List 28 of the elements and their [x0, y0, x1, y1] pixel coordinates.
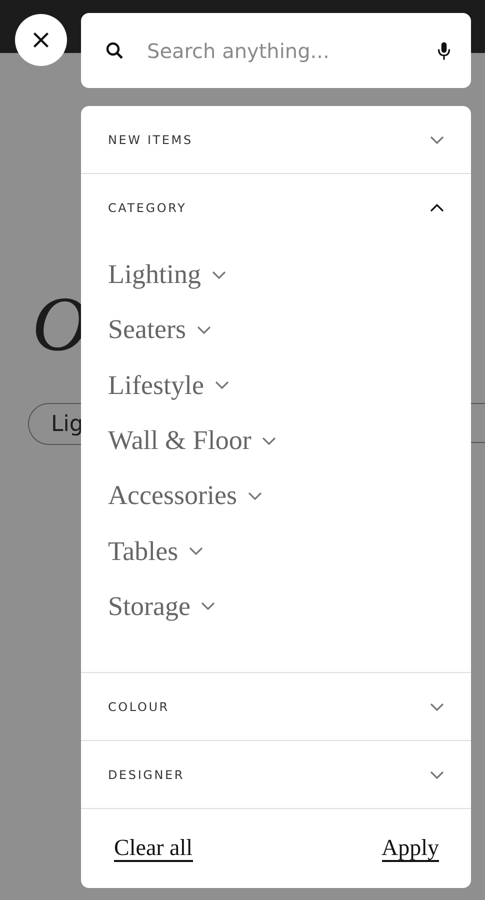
apply-link[interactable]: Apply	[382, 834, 439, 862]
filter-header[interactable]: COLOUR	[81, 673, 471, 740]
search-icon	[105, 40, 125, 60]
category-item[interactable]: Accessories	[108, 468, 471, 524]
filter-header[interactable]: CATEGORY	[81, 174, 471, 241]
microphone-icon	[437, 40, 451, 60]
category-label: Lighting	[108, 259, 201, 290]
category-label: Wall & Floor	[108, 425, 252, 456]
close-icon	[32, 31, 50, 49]
category-item[interactable]: Tables	[108, 523, 471, 579]
category-item[interactable]: Storage	[108, 578, 471, 634]
category-item[interactable]: Lifestyle	[108, 358, 471, 413]
section-title: COLOUR	[108, 700, 170, 714]
section-title: DESIGNER	[108, 768, 185, 782]
category-label: Tables	[108, 536, 178, 567]
category-label: Storage	[108, 590, 190, 622]
category-label: Seaters	[108, 314, 186, 346]
section-title: CATEGORY	[108, 200, 187, 214]
filter-header[interactable]: DESIGNER	[81, 741, 471, 808]
category-label: Accessories	[108, 480, 237, 512]
category-item[interactable]: Lighting	[108, 247, 471, 302]
category-item[interactable]: Seaters	[108, 302, 471, 358]
filter-header[interactable]: NEW ITEMS	[81, 106, 471, 173]
category-item[interactable]: Wall & Floor	[108, 412, 471, 468]
category-label: Lifestyle	[108, 370, 204, 401]
section-title: NEW ITEMS	[108, 132, 193, 146]
search-field[interactable]: Search anything...	[147, 38, 415, 62]
clear-all-link[interactable]: Clear all	[114, 834, 193, 862]
